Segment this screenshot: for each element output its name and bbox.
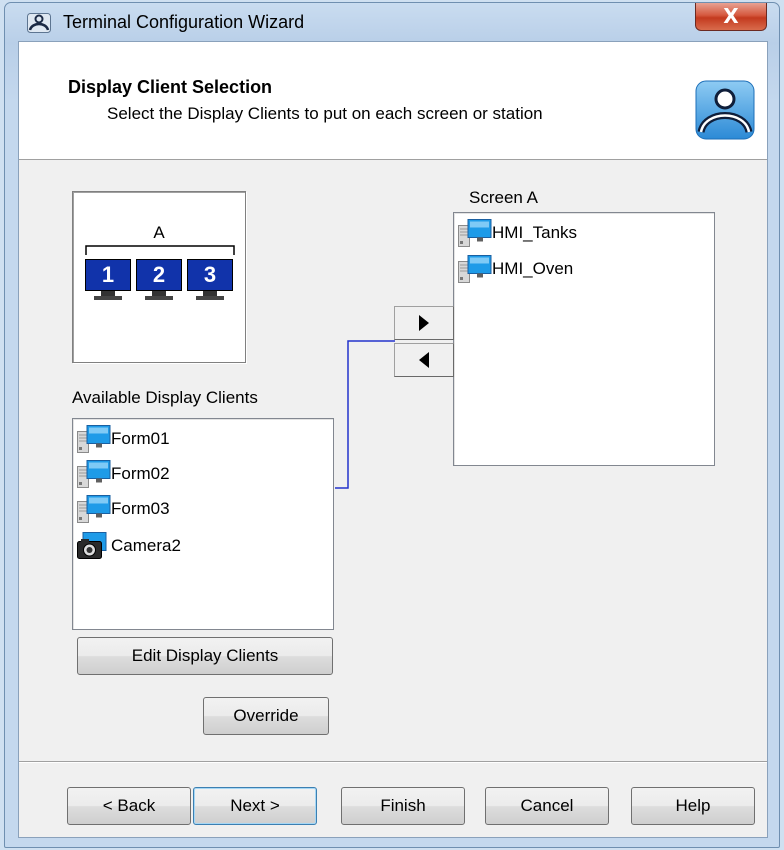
terminal-client-icon bbox=[77, 495, 111, 523]
thinmanager-logo-icon bbox=[695, 80, 755, 140]
monitor-number: 3 bbox=[203, 262, 217, 287]
list-item-label: Form01 bbox=[111, 429, 170, 448]
remove-from-screen-button[interactable] bbox=[394, 343, 454, 377]
wizard-window: Terminal Configuration Wizard X Display … bbox=[4, 2, 780, 848]
list-item-label: HMI_Tanks bbox=[492, 223, 578, 242]
terminal-client-icon bbox=[458, 219, 492, 247]
screen-layout-preview: A 1 2 3 bbox=[72, 191, 246, 363]
override-button[interactable]: Override bbox=[203, 697, 329, 735]
cancel-button[interactable]: Cancel bbox=[485, 787, 609, 825]
window-title: Terminal Configuration Wizard bbox=[63, 12, 305, 32]
edit-display-clients-button[interactable]: Edit Display Clients bbox=[77, 637, 333, 675]
monitor-2: 2 bbox=[136, 259, 182, 301]
monitor-number: 1 bbox=[101, 262, 115, 287]
list-item-label: Camera2 bbox=[111, 536, 181, 555]
back-button[interactable]: < Back bbox=[67, 787, 191, 825]
page-title: Display Client Selection bbox=[68, 77, 273, 97]
available-clients-list[interactable]: Form01 Form02 Form03 Camera2 bbox=[72, 418, 334, 630]
monitor-3: 3 bbox=[187, 259, 233, 301]
camera-client-icon bbox=[77, 532, 111, 560]
add-to-screen-button[interactable] bbox=[394, 306, 454, 340]
wizard-body: Display Client Selection Select the Disp… bbox=[18, 41, 768, 838]
help-button[interactable]: Help bbox=[631, 787, 755, 825]
list-item-label: HMI_Oven bbox=[492, 259, 574, 278]
thinmanager-app-icon bbox=[27, 13, 51, 33]
finish-button[interactable]: Finish bbox=[341, 787, 465, 825]
terminal-client-icon bbox=[77, 425, 111, 453]
list-item-label: Form02 bbox=[111, 464, 170, 483]
arrow-right-icon bbox=[419, 315, 429, 331]
next-button[interactable]: Next > bbox=[193, 787, 317, 825]
screen-list-label: Screen A bbox=[469, 188, 538, 207]
title-bar: Terminal Configuration Wizard X bbox=[5, 3, 779, 41]
wizard-header: Display Client Selection Select the Disp… bbox=[19, 42, 767, 160]
screen-a-list[interactable]: HMI_Tanks HMI_Oven bbox=[453, 212, 715, 466]
monitor-1: 1 bbox=[85, 259, 131, 301]
screen-group-bracket bbox=[85, 245, 235, 255]
footer-divider bbox=[19, 761, 767, 763]
group-label: A bbox=[153, 223, 165, 242]
page-subtitle: Select the Display Clients to put on eac… bbox=[107, 104, 543, 123]
terminal-client-icon bbox=[77, 460, 111, 488]
close-button[interactable]: X bbox=[695, 3, 767, 31]
arrow-left-icon bbox=[419, 352, 429, 368]
terminal-client-icon bbox=[458, 255, 492, 283]
list-item-label: Form03 bbox=[111, 499, 170, 518]
connector-line bbox=[335, 340, 395, 489]
close-icon: X bbox=[723, 4, 739, 28]
monitor-number: 2 bbox=[152, 262, 166, 287]
available-list-label: Available Display Clients bbox=[72, 388, 258, 407]
